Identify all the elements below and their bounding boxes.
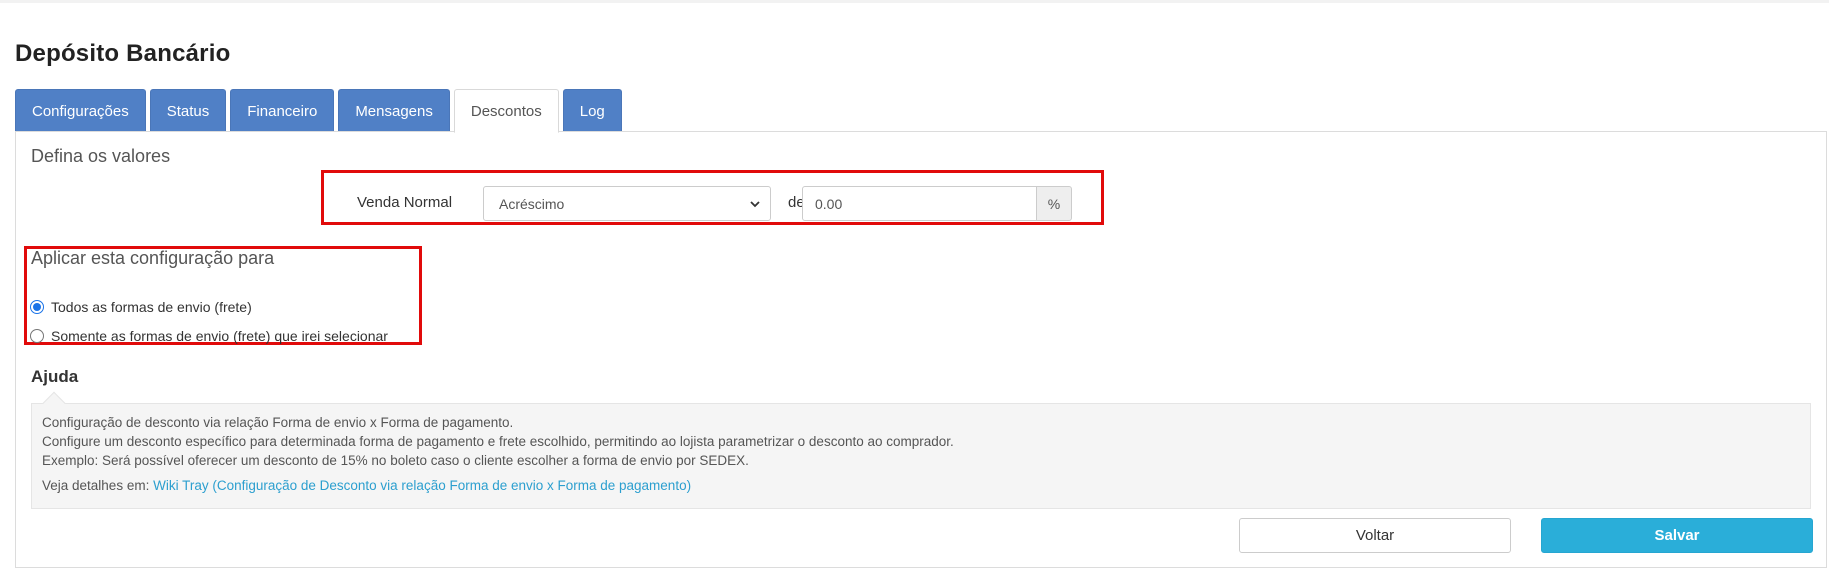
apply-section-title: Aplicar esta configuração para xyxy=(31,248,275,268)
radio-option-all-shipping[interactable]: Todos as formas de envio (frete) xyxy=(30,299,252,315)
top-divider xyxy=(0,0,1829,3)
tab-mensagens[interactable]: Mensagens xyxy=(338,89,450,132)
radio-button-unchecked[interactable] xyxy=(30,329,44,343)
radio-label: Somente as formas de envio (frete) que i… xyxy=(51,328,388,344)
help-details-prefix: Veja detalhes em: xyxy=(42,478,154,493)
tab-status[interactable]: Status xyxy=(149,89,227,132)
tab-bar: Configurações Status Financeiro Mensagen… xyxy=(15,89,626,133)
help-title: Ajuda xyxy=(31,367,79,386)
radio-button-checked[interactable] xyxy=(30,300,44,314)
page-title: Depósito Bancário xyxy=(15,40,231,67)
tab-financeiro[interactable]: Financeiro xyxy=(230,89,335,132)
tab-configuracoes[interactable]: Configurações xyxy=(15,89,146,132)
tab-log[interactable]: Log xyxy=(562,89,622,132)
help-box: Configuração de desconto via relação For… xyxy=(31,403,1811,509)
save-button[interactable]: Salvar xyxy=(1541,518,1813,553)
radio-option-selected-shipping[interactable]: Somente as formas de envio (frete) que i… xyxy=(30,328,388,344)
help-text-line: Configuração de desconto via relação For… xyxy=(42,415,514,430)
back-button[interactable]: Voltar xyxy=(1239,518,1511,553)
discount-amount-input[interactable]: 0.00 xyxy=(802,186,1037,221)
wiki-tray-link[interactable]: Wiki Tray (Configuração de Desconto via … xyxy=(153,478,691,493)
values-section-title: Defina os valores xyxy=(31,146,171,166)
tab-descontos[interactable]: Descontos xyxy=(453,89,559,133)
help-details-line: Veja detalhes em: Wiki Tray (Configuraçã… xyxy=(42,476,1800,495)
discount-type-select[interactable]: Acréscimo xyxy=(483,186,771,221)
descontos-panel: Defina os valores Venda Normal Acréscimo… xyxy=(15,131,1827,568)
chevron-down-icon xyxy=(750,201,760,208)
percent-addon: % xyxy=(1036,186,1072,221)
help-text-line: Exemplo: Será possível oferecer um desco… xyxy=(42,453,749,468)
radio-label: Todos as formas de envio (frete) xyxy=(51,299,252,315)
help-text-line: Configure um desconto específico para de… xyxy=(42,434,954,449)
venda-normal-label: Venda Normal xyxy=(357,194,453,211)
discount-type-value: Acréscimo xyxy=(499,195,565,212)
